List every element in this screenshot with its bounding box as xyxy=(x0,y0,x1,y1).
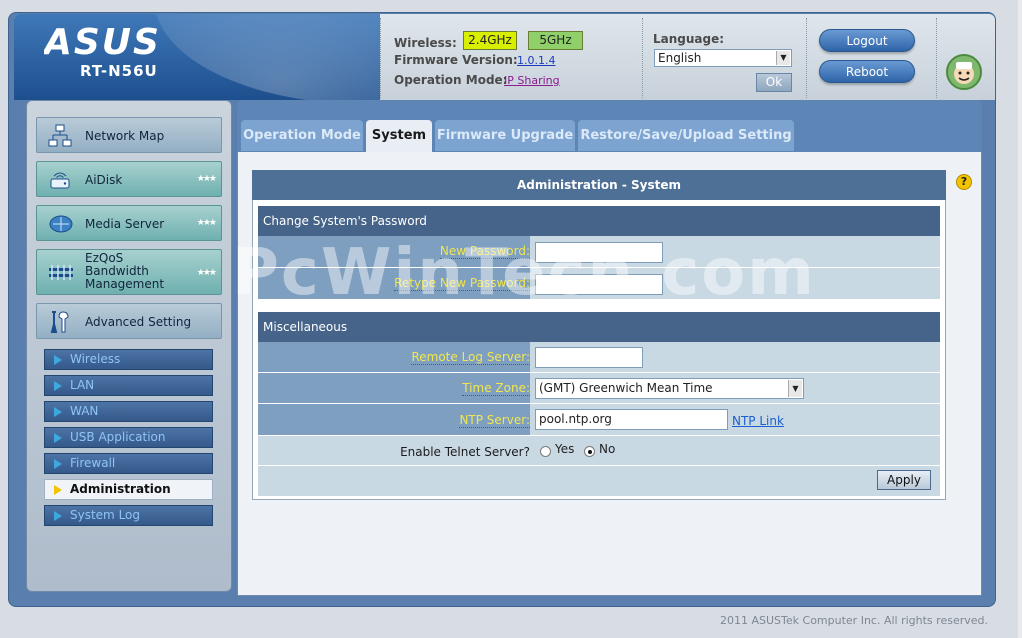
sub-item-label: System Log xyxy=(70,508,140,522)
sub-item-label: USB Application xyxy=(70,430,166,444)
media-server-icon xyxy=(49,215,73,233)
remote-log-label: Remote Log Server: xyxy=(411,350,530,365)
firmware-version-link[interactable]: 1.0.1.4 xyxy=(517,54,555,67)
chevron-down-icon: ▼ xyxy=(788,380,802,397)
band-24ghz-button[interactable]: 2.4GHz xyxy=(463,31,517,50)
telnet-label: Enable Telnet Server? xyxy=(400,445,530,459)
sidebar-sub-firewall[interactable]: Firewall xyxy=(44,453,213,474)
triangle-right-icon xyxy=(54,511,62,521)
sidebar-item-label: Network Map xyxy=(85,129,165,143)
triangle-right-icon xyxy=(54,485,62,495)
model-name: RT-N56U xyxy=(80,62,158,80)
triangle-right-icon xyxy=(54,433,62,443)
sidebar-item-advanced-setting[interactable]: Advanced Setting xyxy=(36,303,222,339)
wireless-label: Wireless: xyxy=(394,36,457,50)
ntp-link[interactable]: NTP Link xyxy=(732,414,784,428)
sidebar-item-aidisk[interactable]: AiDisk ★★★ xyxy=(36,161,222,197)
ntp-server-field[interactable]: pool.ntp.org xyxy=(535,409,728,430)
firmware-label: Firmware Version: xyxy=(394,53,518,67)
password-section-heading: Change System's Password xyxy=(258,206,940,236)
language-select[interactable]: English ▼ xyxy=(654,49,792,67)
language-label: Language: xyxy=(653,32,725,46)
telnet-no-radio[interactable] xyxy=(584,446,595,457)
sidebar-item-label: Media Server xyxy=(85,217,165,231)
wrench-icon xyxy=(50,311,69,333)
stars-icon: ★★★ xyxy=(196,174,217,184)
disk-icon xyxy=(50,172,70,189)
sidebar-item-label: Advanced Setting xyxy=(85,315,192,329)
header-divider xyxy=(642,18,643,98)
triangle-right-icon xyxy=(54,355,62,365)
qos-label-line: Bandwidth xyxy=(85,264,149,278)
telnet-yes-radio[interactable] xyxy=(540,446,551,457)
telnet-yes-label: Yes xyxy=(555,442,575,456)
sidebar-item-label: AiDisk xyxy=(85,173,123,187)
logout-button[interactable]: Logout xyxy=(819,29,915,52)
timezone-label: Time Zone: xyxy=(462,381,530,396)
triangle-right-icon xyxy=(54,407,62,417)
header-divider xyxy=(380,18,381,98)
tab-system[interactable]: System xyxy=(366,120,432,152)
remote-log-field[interactable] xyxy=(535,347,643,368)
operation-mode-link[interactable]: IP Sharing xyxy=(504,74,560,87)
asus-logo: ASUS xyxy=(44,22,161,58)
face-icon xyxy=(954,62,974,84)
sidebar-sub-usb-application[interactable]: USB Application xyxy=(44,427,213,448)
chevron-down-icon: ▼ xyxy=(776,51,790,65)
qos-label-line: Management xyxy=(85,277,165,291)
mascot-icon xyxy=(946,54,982,90)
band-5ghz-button[interactable]: 5GHz xyxy=(528,31,583,50)
tab-restore-save-upload[interactable]: Restore/Save/Upload Setting xyxy=(578,120,794,151)
help-icon[interactable]: ? xyxy=(956,174,972,190)
sub-item-label: WAN xyxy=(70,404,99,418)
sidebar-sub-wan[interactable]: WAN xyxy=(44,401,213,422)
apply-button[interactable]: Apply xyxy=(877,470,931,490)
operation-mode-label: Operation Mode: xyxy=(394,73,508,87)
sub-item-label: LAN xyxy=(70,378,95,392)
sidebar-item-media-server[interactable]: Media Server ★★★ xyxy=(36,205,222,241)
window-edge xyxy=(1018,0,1022,638)
svg-text:ASUS: ASUS xyxy=(44,22,161,58)
tab-firmware-upgrade[interactable]: Firmware Upgrade xyxy=(435,120,575,151)
tab-operation-mode[interactable]: Operation Mode xyxy=(241,120,363,151)
ntp-label: NTP Server: xyxy=(459,413,530,428)
sidebar-item-label: EzQoS Bandwidth Management xyxy=(85,252,164,291)
stars-icon: ★★★ xyxy=(196,268,217,278)
apply-row xyxy=(258,466,940,496)
language-ok-button[interactable]: Ok xyxy=(756,73,792,92)
sidebar-item-network-map[interactable]: Network Map xyxy=(36,117,222,153)
sub-item-label: Administration xyxy=(70,482,171,496)
watermark: PcWinTech.com xyxy=(232,236,816,310)
reboot-button[interactable]: Reboot xyxy=(819,60,915,83)
copyright-footer: 2011 ASUSTek Computer Inc. All rights re… xyxy=(720,614,988,627)
qos-icon xyxy=(49,265,73,280)
timezone-value: (GMT) Greenwich Mean Time xyxy=(539,381,713,395)
language-value: English xyxy=(658,51,702,65)
sidebar-sub-system-log[interactable]: System Log xyxy=(44,505,213,526)
triangle-right-icon xyxy=(54,381,62,391)
panel-title: Administration - System xyxy=(252,170,946,200)
stars-icon: ★★★ xyxy=(196,218,217,228)
qos-label-line: EzQoS xyxy=(85,251,124,265)
sidebar-sub-lan[interactable]: LAN xyxy=(44,375,213,396)
network-map-icon xyxy=(48,124,72,147)
sidebar-sub-administration[interactable]: Administration xyxy=(44,479,213,500)
header-divider xyxy=(936,18,937,98)
telnet-no-label: No xyxy=(599,442,616,456)
timezone-select[interactable]: (GMT) Greenwich Mean Time ▼ xyxy=(535,378,804,399)
misc-section-heading: Miscellaneous xyxy=(258,312,940,342)
sub-item-label: Wireless xyxy=(70,352,121,366)
triangle-right-icon xyxy=(54,459,62,469)
sub-item-label: Firewall xyxy=(70,456,116,470)
sidebar-sub-wireless[interactable]: Wireless xyxy=(44,349,213,370)
header-divider xyxy=(806,18,807,98)
sidebar-item-ezqos[interactable]: EzQoS Bandwidth Management ★★★ xyxy=(36,249,222,295)
